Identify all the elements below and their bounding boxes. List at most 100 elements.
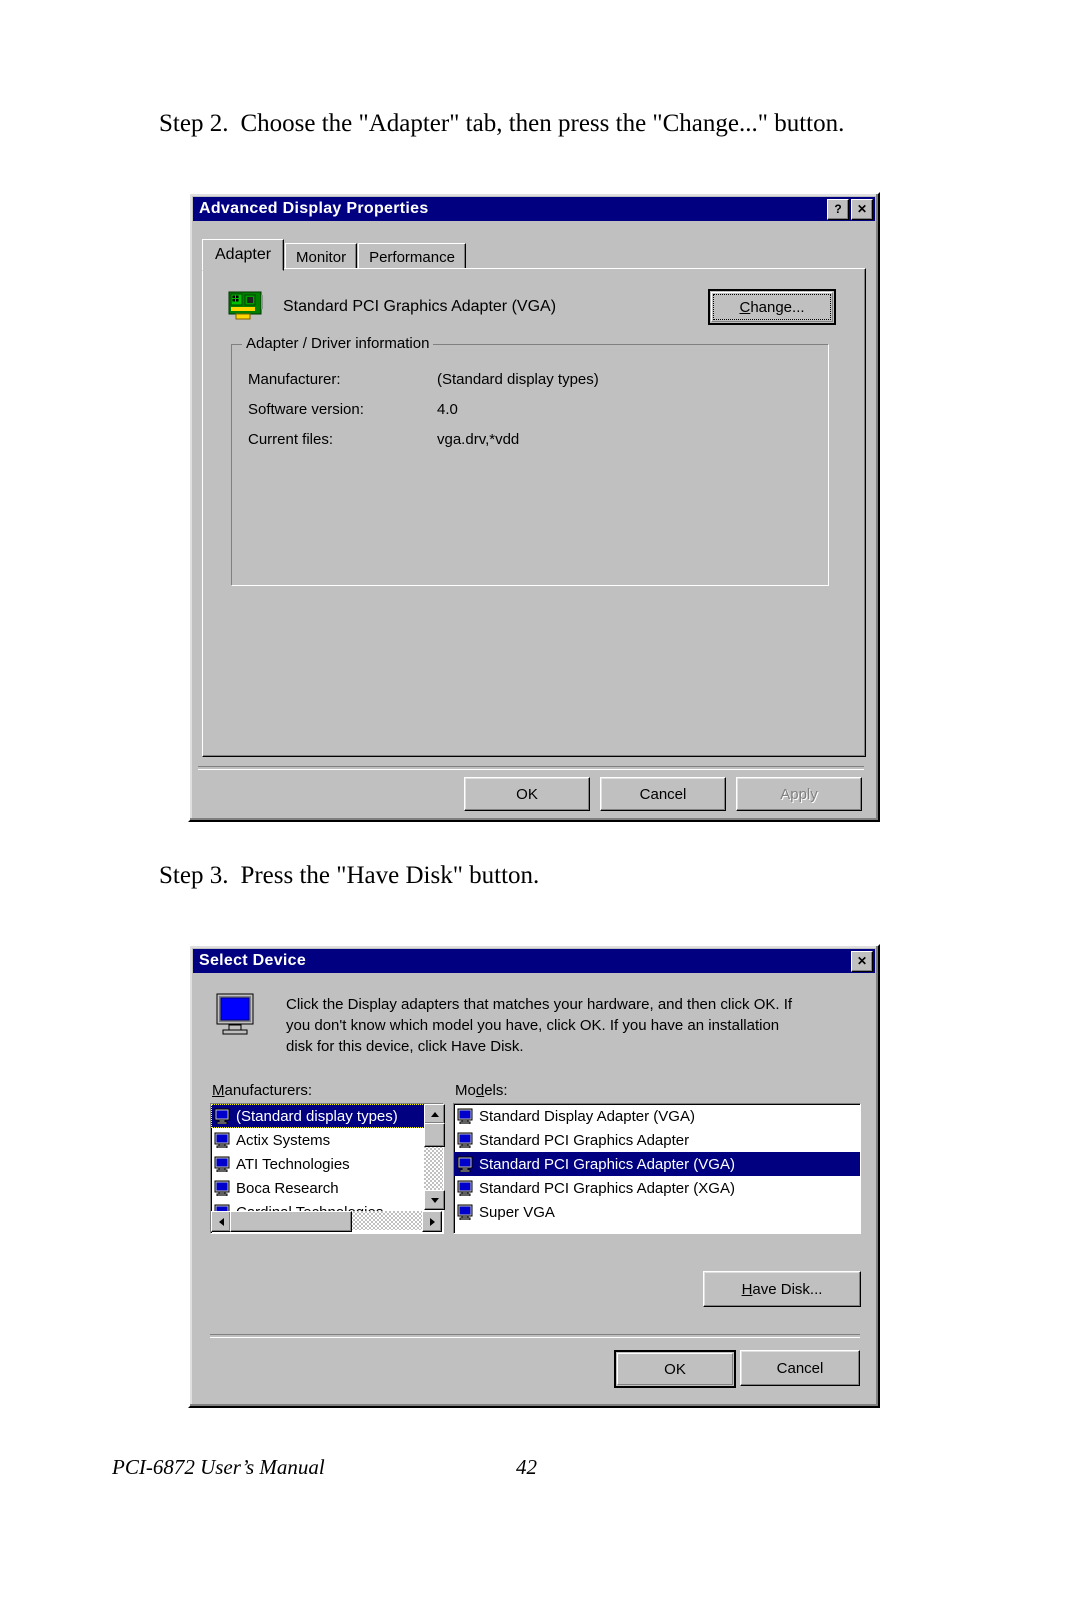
tab-performance[interactable]: Performance bbox=[358, 243, 466, 270]
change-button-label: hange... bbox=[750, 298, 805, 316]
list-item[interactable]: Standard PCI Graphics Adapter (XGA) bbox=[454, 1176, 860, 1200]
apply-button-label: Apply bbox=[780, 785, 818, 803]
software-version-value: 4.0 bbox=[437, 401, 458, 418]
have-disk-accel: H bbox=[741, 1280, 753, 1298]
current-files-value: vga.drv,*vdd bbox=[437, 431, 520, 448]
ok-button[interactable]: OK bbox=[464, 777, 590, 811]
cancel-button[interactable]: Cancel bbox=[740, 1350, 860, 1386]
footer-manual-title: PCI-6872 User’s Manual bbox=[112, 1455, 325, 1479]
description-line-3: disk for this device, click Have Disk. bbox=[286, 1038, 524, 1055]
manufacturers-vertical-scrollbar[interactable] bbox=[424, 1104, 445, 1210]
list-item-label: Standard PCI Graphics Adapter (VGA) bbox=[479, 1155, 735, 1173]
monitor-icon bbox=[214, 1132, 231, 1149]
apply-button: Apply bbox=[736, 777, 862, 811]
monitor-icon bbox=[457, 1156, 474, 1173]
monitor-icon bbox=[457, 1132, 474, 1149]
step-3-label: Step 3. bbox=[159, 862, 229, 889]
select-device-separator bbox=[210, 1334, 860, 1338]
list-item[interactable]: Actix Systems bbox=[211, 1128, 443, 1152]
list-item-label: Standard PCI Graphics Adapter bbox=[479, 1131, 690, 1149]
ok-button-label: OK bbox=[516, 785, 538, 803]
cancel-button[interactable]: Cancel bbox=[600, 777, 726, 811]
list-item[interactable]: Boca Research bbox=[211, 1176, 443, 1200]
list-item-label: Super VGA bbox=[479, 1203, 555, 1221]
help-icon[interactable]: ? bbox=[827, 198, 849, 220]
manufacturers-label: Manufacturers: bbox=[212, 1082, 312, 1099]
step-2-text: Choose the "Adapter" tab, then press the… bbox=[240, 110, 845, 137]
step-2-label: Step 2. bbox=[159, 110, 229, 137]
list-item[interactable]: Standard PCI Graphics Adapter bbox=[454, 1128, 860, 1152]
select-device-description: Click the Display adapters that matches … bbox=[286, 994, 846, 1057]
monitor-icon bbox=[457, 1204, 474, 1221]
list-item[interactable]: Standard PCI Graphics Adapter (VGA) bbox=[454, 1152, 860, 1176]
select-device-dialog: Select Device ✕ Click the Display adapte… bbox=[188, 944, 880, 1408]
step-3-text: Press the "Have Disk" button. bbox=[240, 862, 540, 889]
dialog-title: Advanced Display Properties bbox=[199, 200, 429, 217]
tab-monitor-label: Monitor bbox=[296, 248, 347, 266]
list-item-label: Standard PCI Graphics Adapter (XGA) bbox=[479, 1179, 735, 1197]
list-item[interactable]: (Standard display types) bbox=[211, 1104, 443, 1128]
display-monitor-icon bbox=[215, 992, 259, 1035]
manufacturers-horizontal-scrollbar[interactable] bbox=[211, 1211, 442, 1232]
scroll-down-arrow-icon[interactable] bbox=[424, 1190, 445, 1210]
list-item-label: Actix Systems bbox=[236, 1131, 331, 1149]
manufacturer-label: Manufacturer: bbox=[248, 371, 341, 388]
list-item-label: Boca Research bbox=[236, 1179, 339, 1197]
scroll-thumb[interactable] bbox=[230, 1211, 352, 1232]
advanced-display-properties-dialog: Advanced Display Properties ? ✕ Adapter … bbox=[188, 192, 880, 822]
tab-page-adapter: Standard PCI Graphics Adapter (VGA) Chan… bbox=[202, 268, 866, 757]
step-3-instruction: Step 3. Press the "Have Disk" button. bbox=[159, 862, 539, 890]
change-button[interactable]: Change... bbox=[708, 289, 836, 325]
models-label-prefix: Mo bbox=[455, 1082, 476, 1099]
dialog-titlebar: Advanced Display Properties ? ✕ bbox=[193, 197, 875, 221]
models-listbox[interactable]: Standard Display Adapter (VGA) Standard … bbox=[453, 1103, 861, 1234]
scroll-left-arrow-icon[interactable] bbox=[211, 1211, 231, 1232]
select-device-title: Select Device bbox=[199, 952, 307, 969]
models-accel: d bbox=[475, 1082, 485, 1099]
graphics-adapter-icon bbox=[228, 291, 264, 321]
list-item-label: Standard Display Adapter (VGA) bbox=[479, 1107, 695, 1125]
monitor-icon bbox=[214, 1108, 231, 1125]
tab-strip: Adapter Monitor Performance bbox=[202, 239, 467, 271]
list-item-label: (Standard display types) bbox=[236, 1107, 398, 1125]
step-2-instruction: Step 2. Choose the "Adapter" tab, then pr… bbox=[159, 110, 844, 138]
list-item[interactable]: Super VGA bbox=[454, 1200, 860, 1224]
current-files-label: Current files: bbox=[248, 431, 334, 448]
footer-page-number: 42 bbox=[516, 1455, 537, 1479]
list-item[interactable]: ATI Technologies bbox=[211, 1152, 443, 1176]
description-line-1: Click the Display adapters that matches … bbox=[286, 996, 793, 1013]
close-icon[interactable]: ✕ bbox=[851, 950, 873, 972]
models-label-text: els: bbox=[484, 1082, 508, 1099]
cancel-button-label: Cancel bbox=[776, 1359, 824, 1377]
tab-adapter[interactable]: Adapter bbox=[202, 239, 285, 271]
manufacturers-accel: M bbox=[212, 1082, 225, 1099]
scroll-right-arrow-icon[interactable] bbox=[422, 1211, 442, 1232]
monitor-icon bbox=[214, 1156, 231, 1173]
tab-monitor[interactable]: Monitor bbox=[285, 243, 358, 270]
scroll-thumb[interactable] bbox=[424, 1123, 445, 1147]
scroll-up-arrow-icon[interactable] bbox=[424, 1104, 445, 1124]
description-line-2: you don't know which model you have, cli… bbox=[286, 1017, 780, 1034]
software-version-label: Software version: bbox=[248, 401, 364, 418]
have-disk-button[interactable]: Have Disk... bbox=[703, 1271, 861, 1307]
button-separator bbox=[198, 766, 864, 770]
list-item[interactable]: Standard Display Adapter (VGA) bbox=[454, 1104, 860, 1128]
select-device-titlebar: Select Device ✕ bbox=[193, 949, 875, 973]
list-item-label: ATI Technologies bbox=[236, 1155, 350, 1173]
monitor-icon bbox=[457, 1108, 474, 1125]
tab-adapter-label: Adapter bbox=[215, 246, 272, 263]
adapter-name: Standard PCI Graphics Adapter (VGA) bbox=[283, 298, 557, 315]
adapter-driver-information-group: Adapter / Driver information Manufacture… bbox=[231, 335, 829, 586]
monitor-icon bbox=[457, 1180, 474, 1197]
cancel-button-label: Cancel bbox=[639, 785, 687, 803]
select-device-titlebar-buttons: ✕ bbox=[851, 950, 875, 972]
tab-performance-label: Performance bbox=[369, 248, 455, 266]
models-label: Models: bbox=[455, 1082, 508, 1099]
titlebar-buttons: ? ✕ bbox=[827, 198, 875, 220]
group-title: Adapter / Driver information bbox=[242, 335, 434, 352]
monitor-icon bbox=[214, 1180, 231, 1197]
manufacturer-value: (Standard display types) bbox=[437, 371, 599, 388]
close-icon[interactable]: ✕ bbox=[851, 198, 873, 220]
have-disk-button-label: ave Disk... bbox=[752, 1280, 823, 1298]
ok-button[interactable]: OK bbox=[614, 1350, 736, 1388]
